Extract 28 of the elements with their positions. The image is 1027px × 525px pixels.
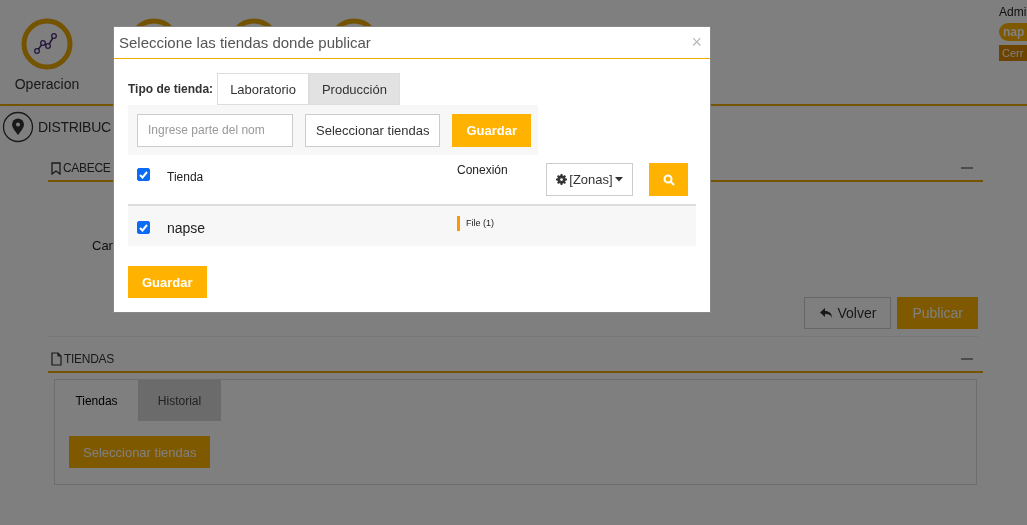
table-cell-text: napse <box>167 220 207 236</box>
section-title: CABECE <box>63 161 111 175</box>
column-header: Tienda <box>167 170 205 184</box>
connection-tag: File (1) <box>457 216 494 231</box>
store-type-label: Tipo de tienda: <box>128 82 214 98</box>
section-title: TIENDAS <box>64 352 114 366</box>
user-badge: nap <box>999 23 1027 41</box>
search-field[interactable]: Ingrese parte del nom <box>137 113 293 147</box>
bookmark-icon <box>51 161 61 175</box>
caret-icon <box>614 177 623 182</box>
select-stores-button[interactable]: Seleccionar tiendas <box>305 113 441 147</box>
chart-icon[interactable] <box>21 18 73 70</box>
back-button[interactable]: Volver <box>804 297 892 329</box>
store-type-tab[interactable]: Producción <box>308 73 400 105</box>
gear-icon <box>556 174 568 185</box>
user-name: Admi <box>999 5 1027 19</box>
document-icon <box>51 352 62 366</box>
reply-icon <box>819 307 834 319</box>
store-type-tab[interactable]: Laboratorio <box>217 73 309 105</box>
nav-label[interactable]: Operacion <box>14 76 80 92</box>
column-header: Conexión <box>457 163 509 177</box>
checkbox[interactable] <box>137 221 150 234</box>
dialog-title: Seleccione las tiendas donde publicar <box>119 34 371 51</box>
zones-dropdown[interactable]: [Zonas] <box>546 163 633 196</box>
checkbox[interactable] <box>137 168 150 181</box>
search-icon <box>662 173 675 186</box>
tab[interactable]: Historial <box>138 380 221 421</box>
page-title: DISTRIBUC <box>38 119 111 135</box>
